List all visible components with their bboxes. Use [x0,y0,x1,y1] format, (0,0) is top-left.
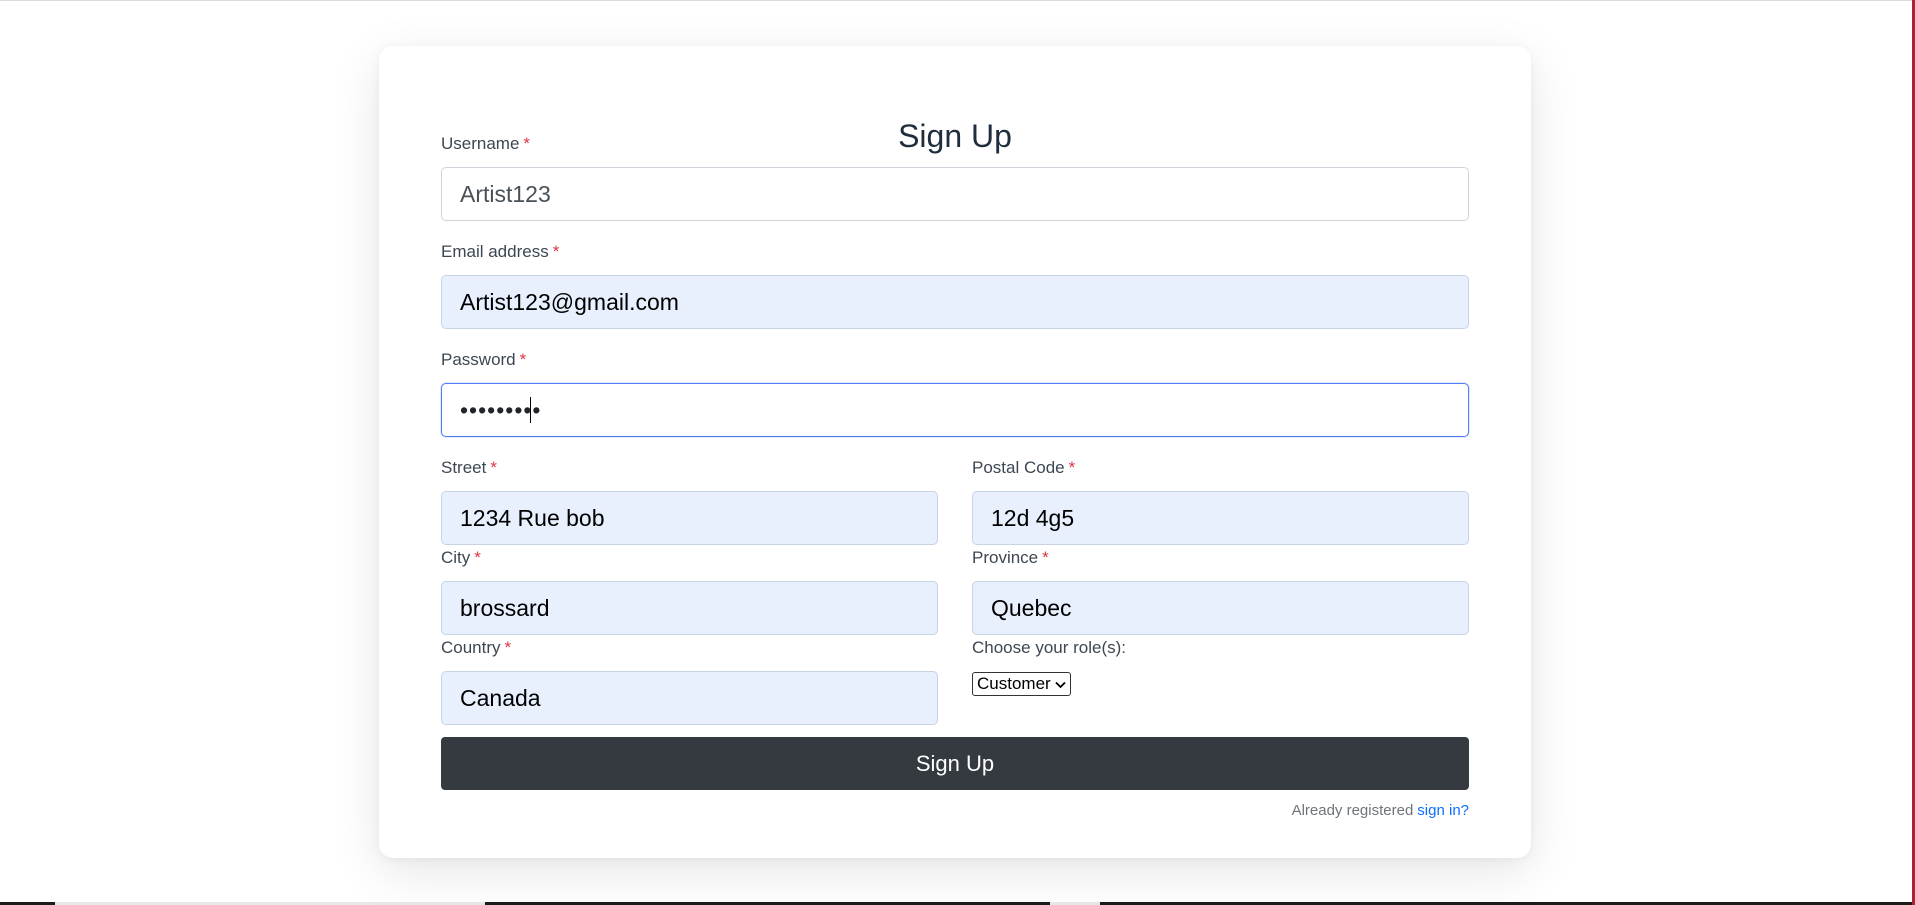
city-label-text: City [441,548,471,567]
city-input[interactable] [441,581,938,635]
country-input[interactable] [441,671,938,725]
required-marker: * [523,134,531,153]
required-marker: * [1042,548,1049,567]
signin-link[interactable]: sign in? [1417,802,1469,819]
city-label: City * [441,548,481,568]
postal-code-label-text: Postal Code [972,458,1065,477]
street-label-text: Street [441,458,487,477]
required-marker: * [474,548,481,567]
email-label: Email address * [441,242,559,262]
street-input[interactable] [441,491,938,545]
required-marker: * [490,458,497,477]
email-label-text: Email address [441,242,549,261]
password-label: Password * [441,350,526,370]
signup-button[interactable]: Sign Up [441,737,1469,790]
page: Sign Up Username* Email address* Passwor… [0,0,1915,905]
top-divider [0,0,1912,1]
province-label: Province * [972,548,1049,568]
street-label: Street * [441,458,497,478]
required-marker: * [552,242,560,261]
signin-prompt: Already registered sign in? [1292,802,1469,819]
province-input[interactable] [972,581,1469,635]
username-input[interactable] [441,167,1469,221]
chevron-down-icon [1055,679,1066,691]
password-label-text: Password [441,350,516,369]
signin-prompt-text: Already registered [1291,802,1414,819]
password-input[interactable] [441,383,1469,437]
postal-code-input[interactable] [972,491,1469,545]
country-label-text: Country [441,638,501,657]
province-label-text: Province [972,548,1039,567]
role-select[interactable]: Customer [972,672,1071,696]
username-label: Username * [441,134,530,154]
country-label: Country * [441,638,511,658]
postal-code-label: Postal Code * [972,458,1075,478]
email-input[interactable] [441,275,1469,329]
required-marker: * [504,638,512,657]
role-label: Choose your role(s): [972,638,1127,657]
role-select-value: Customer [977,674,1051,693]
page-title: Sign Up [898,118,1012,154]
required-marker: * [1068,458,1076,477]
username-label-text: Username [441,134,520,153]
text-caret [530,397,531,423]
required-marker: * [519,350,527,369]
